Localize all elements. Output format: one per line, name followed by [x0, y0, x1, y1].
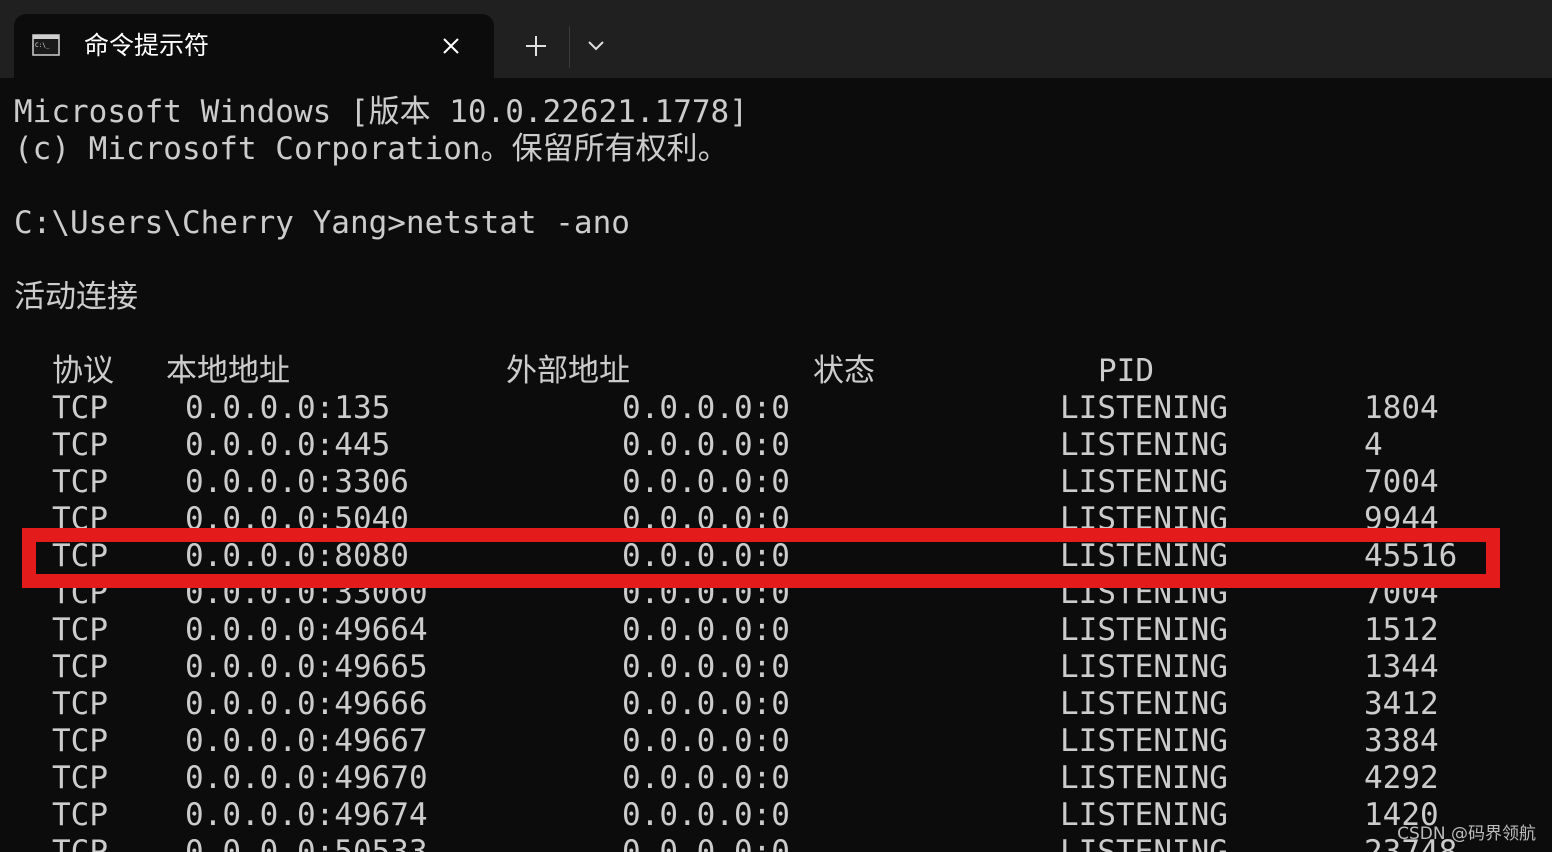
- row-state: LISTENING: [1060, 538, 1228, 574]
- row-protocol: TCP: [52, 501, 108, 537]
- row-state: LISTENING: [1060, 612, 1228, 648]
- col-header-pid: PID: [1098, 353, 1154, 389]
- tab-title: 命令提示符: [84, 31, 210, 60]
- row-pid: 1344: [1364, 649, 1439, 685]
- row-pid: 3412: [1364, 686, 1439, 722]
- row-protocol: TCP: [52, 390, 108, 426]
- row-foreign: 0.0.0.0:0: [622, 427, 790, 463]
- row-state: LISTENING: [1060, 427, 1228, 463]
- row-foreign: 0.0.0.0:0: [622, 649, 790, 685]
- col-header-state: 状态: [813, 353, 875, 389]
- row-local: 0.0.0.0:49674: [185, 797, 428, 833]
- row-protocol: TCP: [52, 723, 108, 759]
- col-header-protocol: 协议: [52, 353, 114, 389]
- row-local: 0.0.0.0:3306: [185, 464, 409, 500]
- row-state: LISTENING: [1060, 797, 1228, 833]
- row-foreign: 0.0.0.0:0: [622, 760, 790, 796]
- row-protocol: TCP: [52, 427, 108, 463]
- row-state: LISTENING: [1060, 723, 1228, 759]
- row-protocol: TCP: [52, 797, 108, 833]
- row-protocol: TCP: [52, 575, 108, 611]
- row-protocol: TCP: [52, 834, 108, 852]
- row-state: LISTENING: [1060, 501, 1228, 537]
- row-protocol: TCP: [52, 686, 108, 722]
- row-pid: 7004: [1364, 575, 1439, 611]
- row-foreign: 0.0.0.0:0: [622, 575, 790, 611]
- row-local: 0.0.0.0:33060: [185, 575, 428, 611]
- row-protocol: TCP: [52, 612, 108, 648]
- col-header-local-address: 本地地址: [166, 353, 290, 389]
- row-local: 0.0.0.0:5040: [185, 501, 409, 537]
- row-state: LISTENING: [1060, 760, 1228, 796]
- row-local: 0.0.0.0:49664: [185, 612, 428, 648]
- row-foreign: 0.0.0.0:0: [622, 686, 790, 722]
- row-pid: 3384: [1364, 723, 1439, 759]
- col-header-foreign-address: 外部地址: [506, 353, 630, 389]
- row-state: LISTENING: [1060, 575, 1228, 611]
- row-pid: 45516: [1364, 538, 1458, 574]
- row-local: 0.0.0.0:49670: [185, 760, 428, 796]
- svg-text:C:\_: C:\_: [35, 42, 50, 49]
- plus-icon[interactable]: [518, 30, 554, 62]
- close-icon[interactable]: [436, 31, 466, 61]
- row-foreign: 0.0.0.0:0: [622, 390, 790, 426]
- row-local: 0.0.0.0:445: [185, 427, 391, 463]
- tab-separator: [569, 26, 570, 68]
- row-foreign: 0.0.0.0:0: [622, 797, 790, 833]
- row-local: 0.0.0.0:135: [185, 390, 391, 426]
- banner-line-1: Microsoft Windows [版本 10.0.22621.1778]: [14, 94, 748, 130]
- row-local: 0.0.0.0:50533: [185, 834, 428, 852]
- banner-line-2: (c) Microsoft Corporation。保留所有权利。: [14, 131, 729, 167]
- row-protocol: TCP: [52, 760, 108, 796]
- row-foreign: 0.0.0.0:0: [622, 612, 790, 648]
- row-protocol: TCP: [52, 649, 108, 685]
- row-state: LISTENING: [1060, 649, 1228, 685]
- row-local: 0.0.0.0:8080: [185, 538, 409, 574]
- row-pid: 4: [1364, 427, 1383, 463]
- row-protocol: TCP: [52, 464, 108, 500]
- tab-command-prompt[interactable]: C:\_ 命令提示符: [14, 14, 494, 78]
- chevron-down-icon[interactable]: [580, 30, 612, 62]
- terminal-output[interactable]: Microsoft Windows [版本 10.0.22621.1778] (…: [0, 78, 1552, 852]
- row-local: 0.0.0.0:49666: [185, 686, 428, 722]
- terminal-window: C:\_ 命令提示符 Microsoft Windows [版本 10.0.22…: [0, 0, 1552, 852]
- watermark: CSDN @码界领航: [1397, 824, 1536, 844]
- row-foreign: 0.0.0.0:0: [622, 723, 790, 759]
- prompt-line: C:\Users\Cherry Yang>netstat -ano: [14, 205, 630, 241]
- row-local: 0.0.0.0:49665: [185, 649, 428, 685]
- row-pid: 1512: [1364, 612, 1439, 648]
- row-protocol: TCP: [52, 538, 108, 574]
- row-foreign: 0.0.0.0:0: [622, 501, 790, 537]
- row-state: LISTENING: [1060, 834, 1228, 852]
- row-foreign: 0.0.0.0:0: [622, 538, 790, 574]
- row-state: LISTENING: [1060, 390, 1228, 426]
- row-pid: 4292: [1364, 760, 1439, 796]
- row-pid: 1804: [1364, 390, 1439, 426]
- row-foreign: 0.0.0.0:0: [622, 834, 790, 852]
- row-state: LISTENING: [1060, 464, 1228, 500]
- row-pid: 9944: [1364, 501, 1439, 537]
- row-pid: 7004: [1364, 464, 1439, 500]
- tab-bar: C:\_ 命令提示符: [0, 0, 1552, 78]
- section-title: 活动连接: [14, 279, 138, 315]
- terminal-icon: C:\_: [32, 34, 60, 56]
- row-foreign: 0.0.0.0:0: [622, 464, 790, 500]
- row-local: 0.0.0.0:49667: [185, 723, 428, 759]
- row-state: LISTENING: [1060, 686, 1228, 722]
